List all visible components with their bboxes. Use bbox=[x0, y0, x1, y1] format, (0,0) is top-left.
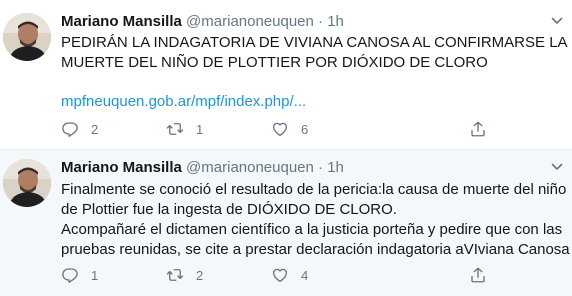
reply-icon bbox=[61, 120, 79, 138]
like-count: 4 bbox=[301, 267, 309, 283]
reply-count: 1 bbox=[91, 267, 99, 283]
like-icon bbox=[271, 120, 289, 138]
tweet-text-line: Finalmente se conoció el resultado de la… bbox=[61, 181, 567, 198]
like-count: 6 bbox=[301, 121, 309, 137]
timestamp[interactable]: 1h bbox=[327, 13, 344, 30]
tweet-actions: 1 2 4 bbox=[61, 265, 491, 285]
avatar[interactable] bbox=[3, 13, 51, 61]
author-handle[interactable]: @marianoneuquen bbox=[186, 13, 314, 30]
tweet-text-line: PEDIRÁN LA INDAGATORIA DE VIVIANA CANOSA… bbox=[61, 34, 568, 51]
like-button[interactable]: 6 bbox=[271, 119, 308, 139]
avatar[interactable] bbox=[3, 159, 51, 207]
tweet-header: Mariano Mansilla @marianoneuquen · 1h bbox=[61, 159, 344, 177]
timestamp[interactable]: 1h bbox=[327, 159, 344, 176]
share-icon bbox=[469, 120, 487, 138]
reply-button[interactable]: 1 bbox=[61, 265, 98, 285]
retweet-icon bbox=[166, 266, 184, 284]
author-handle[interactable]: @marianoneuquen bbox=[186, 159, 314, 176]
retweet-button[interactable]: 1 bbox=[166, 119, 203, 139]
share-button[interactable] bbox=[469, 119, 487, 139]
tweet-header: Mariano Mansilla @marianoneuquen · 1h bbox=[61, 13, 344, 31]
reply-count: 2 bbox=[91, 121, 99, 137]
author-name[interactable]: Mariano Mansilla bbox=[61, 159, 182, 176]
share-icon bbox=[469, 266, 487, 284]
retweet-count: 2 bbox=[196, 267, 204, 283]
like-button[interactable]: 4 bbox=[271, 265, 308, 285]
reply-button[interactable]: 2 bbox=[61, 119, 98, 139]
retweet-button[interactable]: 2 bbox=[166, 265, 203, 285]
tweet-text-line: de Plottier fue la ingesta de DIÓXIDO DE… bbox=[61, 201, 397, 218]
share-button[interactable] bbox=[469, 265, 487, 285]
tweet-1[interactable]: Mariano Mansilla @marianoneuquen · 1h PE… bbox=[0, 0, 572, 150]
tweet-text-line: MUERTE DEL NIÑO DE PLOTTIER POR DIÓXIDO … bbox=[61, 54, 488, 71]
like-icon bbox=[271, 266, 289, 284]
author-name[interactable]: Mariano Mansilla bbox=[61, 13, 182, 30]
retweet-count: 1 bbox=[196, 121, 204, 137]
separator-dot: · bbox=[318, 159, 324, 176]
tweet-text: PEDIRÁN LA INDAGATORIA DE VIVIANA CANOSA… bbox=[61, 33, 568, 73]
chevron-down-icon[interactable] bbox=[550, 14, 564, 28]
chevron-down-icon[interactable] bbox=[550, 160, 564, 174]
tweet-text: Finalmente se conoció el resultado de la… bbox=[61, 180, 570, 260]
retweet-icon bbox=[166, 120, 184, 138]
tweet-link[interactable]: mpfneuquen.gob.ar/mpf/index.php/... bbox=[61, 92, 306, 112]
tweet-text-line: pruebas reunidas, se cite a prestar decl… bbox=[61, 241, 570, 258]
tweet-text-line: Acompañaré el dictamen científico a la j… bbox=[61, 221, 563, 238]
reply-icon bbox=[61, 266, 79, 284]
tweet-actions: 2 1 6 bbox=[61, 119, 491, 139]
separator-dot: · bbox=[318, 13, 324, 30]
